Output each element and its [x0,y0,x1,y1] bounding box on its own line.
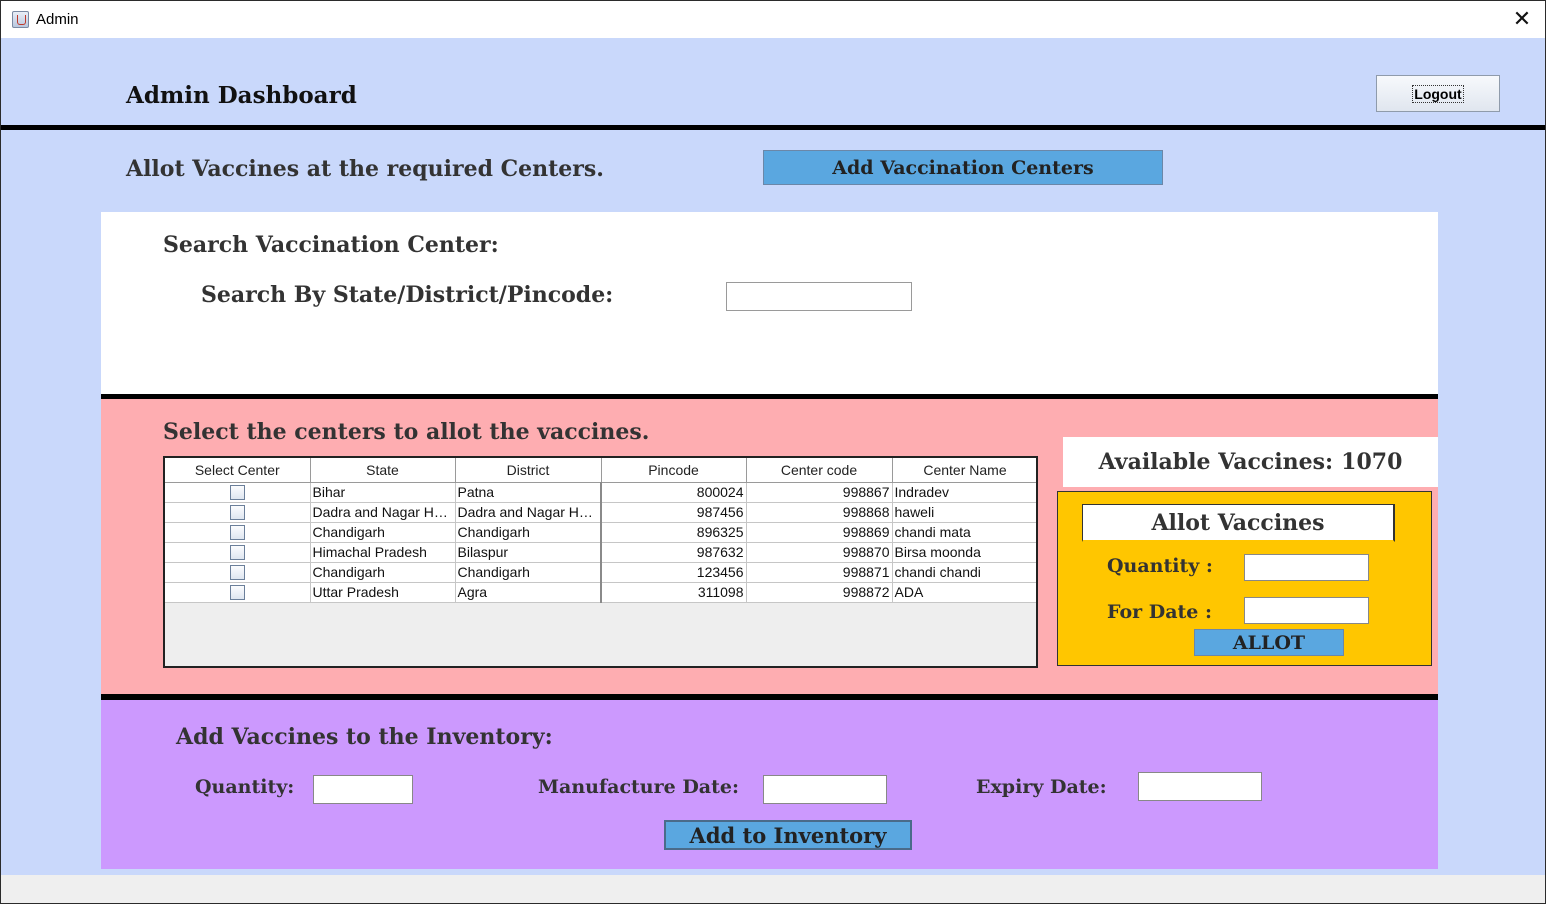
cell-pincode: 896325 [601,522,747,543]
table-row[interactable]: Chandigarh Chandigarh 123456 998871 chan… [165,562,1036,583]
select-center-checkbox[interactable] [229,485,245,501]
cell-district: Chandigarh [455,562,602,583]
cell-pincode: 987456 [601,502,747,523]
close-icon[interactable]: ✕ [1499,1,1545,39]
table-header-row: Select Center State District Pincode Cen… [165,458,1036,483]
table-row[interactable]: Himachal Pradesh Bilaspur 987632 998870 … [165,542,1036,563]
select-center-checkbox[interactable] [229,565,245,581]
cell-center-code: 998868 [746,502,893,523]
table-row[interactable]: Uttar Pradesh Agra 311098 998872 ADA [165,582,1036,603]
cell-center-name: ADA [892,582,1036,603]
column-header-pincode[interactable]: Pincode [601,458,747,483]
column-header-center-code[interactable]: Center code [746,458,893,483]
allot-date-input[interactable] [1244,597,1369,624]
table-row[interactable]: Chandigarh Chandigarh 896325 998869 chan… [165,522,1036,543]
cell-center-name: Indradev [892,482,1036,503]
allot-quantity-label: Quantity : [1107,555,1213,577]
window-title: Admin [36,11,79,28]
allot-vaccines-panel: Allot Vaccines Quantity : For Date : ALL… [1057,491,1432,666]
logout-button[interactable]: Logout [1376,75,1500,112]
inventory-title: Add Vaccines to the Inventory: [176,724,553,750]
manufacture-date-input[interactable] [763,775,887,804]
allot-date-label: For Date : [1107,601,1213,623]
expiry-date-input[interactable] [1138,772,1262,801]
centers-title: Select the centers to allot the vaccines… [163,419,650,445]
cell-district: Chandigarh [455,522,602,543]
search-input[interactable] [726,282,912,311]
cell-center-name: Birsa moonda [892,542,1036,563]
search-label: Search By State/District/Pincode: [201,282,614,308]
cell-district: Agra [455,582,602,603]
cell-pincode: 123456 [601,562,747,583]
cell-district: Bilaspur [455,542,602,563]
cell-state: Bihar [310,482,456,503]
add-to-inventory-button[interactable]: Add to Inventory [664,820,912,850]
search-panel: Search Vaccination Center: Search By Sta… [101,212,1438,394]
page-title: Admin Dashboard [126,82,357,109]
centers-table: Select Center State District Pincode Cen… [165,458,1036,603]
search-title: Search Vaccination Center: [163,232,499,258]
select-center-checkbox[interactable] [229,585,245,601]
inventory-panel: Add Vaccines to the Inventory: Quantity:… [101,700,1438,869]
cell-pincode: 987632 [601,542,747,563]
header-divider [1,125,1545,130]
java-cup-icon [12,11,29,28]
column-header-center-name[interactable]: Center Name [892,458,1036,483]
cell-center-name: chandi mata [892,522,1036,543]
logout-button-label: Logout [1412,84,1464,103]
cell-district: Patna [455,482,602,503]
allot-vaccines-title: Allot Vaccines [1082,504,1395,542]
cell-state: Himachal Pradesh [310,542,456,563]
centers-table-scrollpane[interactable]: Select Center State District Pincode Cen… [163,456,1038,668]
table-row[interactable]: Dadra and Nagar Ha... Dadra and Nagar Ha… [165,502,1036,523]
allot-quantity-input[interactable] [1244,554,1369,581]
cell-center-name: haweli [892,502,1036,523]
cell-center-code: 998872 [746,582,893,603]
cell-center-code: 998871 [746,562,893,583]
available-vaccines-count: 1070 [1341,449,1403,475]
available-vaccines-label: Available Vaccines: [1098,449,1334,475]
cell-center-name: chandi chandi [892,562,1036,583]
cell-center-code: 998867 [746,482,893,503]
select-center-checkbox[interactable] [229,505,245,521]
window-titlebar: Admin ✕ [0,0,1546,38]
expiry-date-label: Expiry Date: [976,776,1107,798]
allot-message: Allot Vaccines at the required Centers. [126,156,604,182]
select-center-checkbox[interactable] [229,545,245,561]
select-center-checkbox[interactable] [229,525,245,541]
frame-bottom-strip [0,875,1546,904]
cell-center-code: 998870 [746,542,893,563]
add-vaccination-centers-button[interactable]: Add Vaccination Centers [763,150,1163,185]
column-header-select[interactable]: Select Center [165,458,311,483]
cell-state: Chandigarh [310,522,456,543]
inventory-quantity-input[interactable] [313,775,413,804]
cell-state: Uttar Pradesh [310,582,456,603]
column-header-district[interactable]: District [455,458,602,483]
available-vaccines-box: Available Vaccines: 1070 [1063,437,1438,487]
cell-pincode: 311098 [601,582,747,603]
cell-pincode: 800024 [601,482,747,503]
cell-center-code: 998869 [746,522,893,543]
cell-district: Dadra and Nagar Ha... [455,502,602,523]
cell-state: Dadra and Nagar Ha... [310,502,456,523]
manufacture-date-label: Manufacture Date: [538,776,739,798]
inventory-quantity-label: Quantity: [195,776,295,798]
centers-panel: Select the centers to allot the vaccines… [101,399,1438,694]
cell-state: Chandigarh [310,562,456,583]
allot-button[interactable]: ALLOT [1194,629,1344,656]
table-row[interactable]: Bihar Patna 800024 998867 Indradev [165,482,1036,503]
column-header-state[interactable]: State [310,458,456,483]
